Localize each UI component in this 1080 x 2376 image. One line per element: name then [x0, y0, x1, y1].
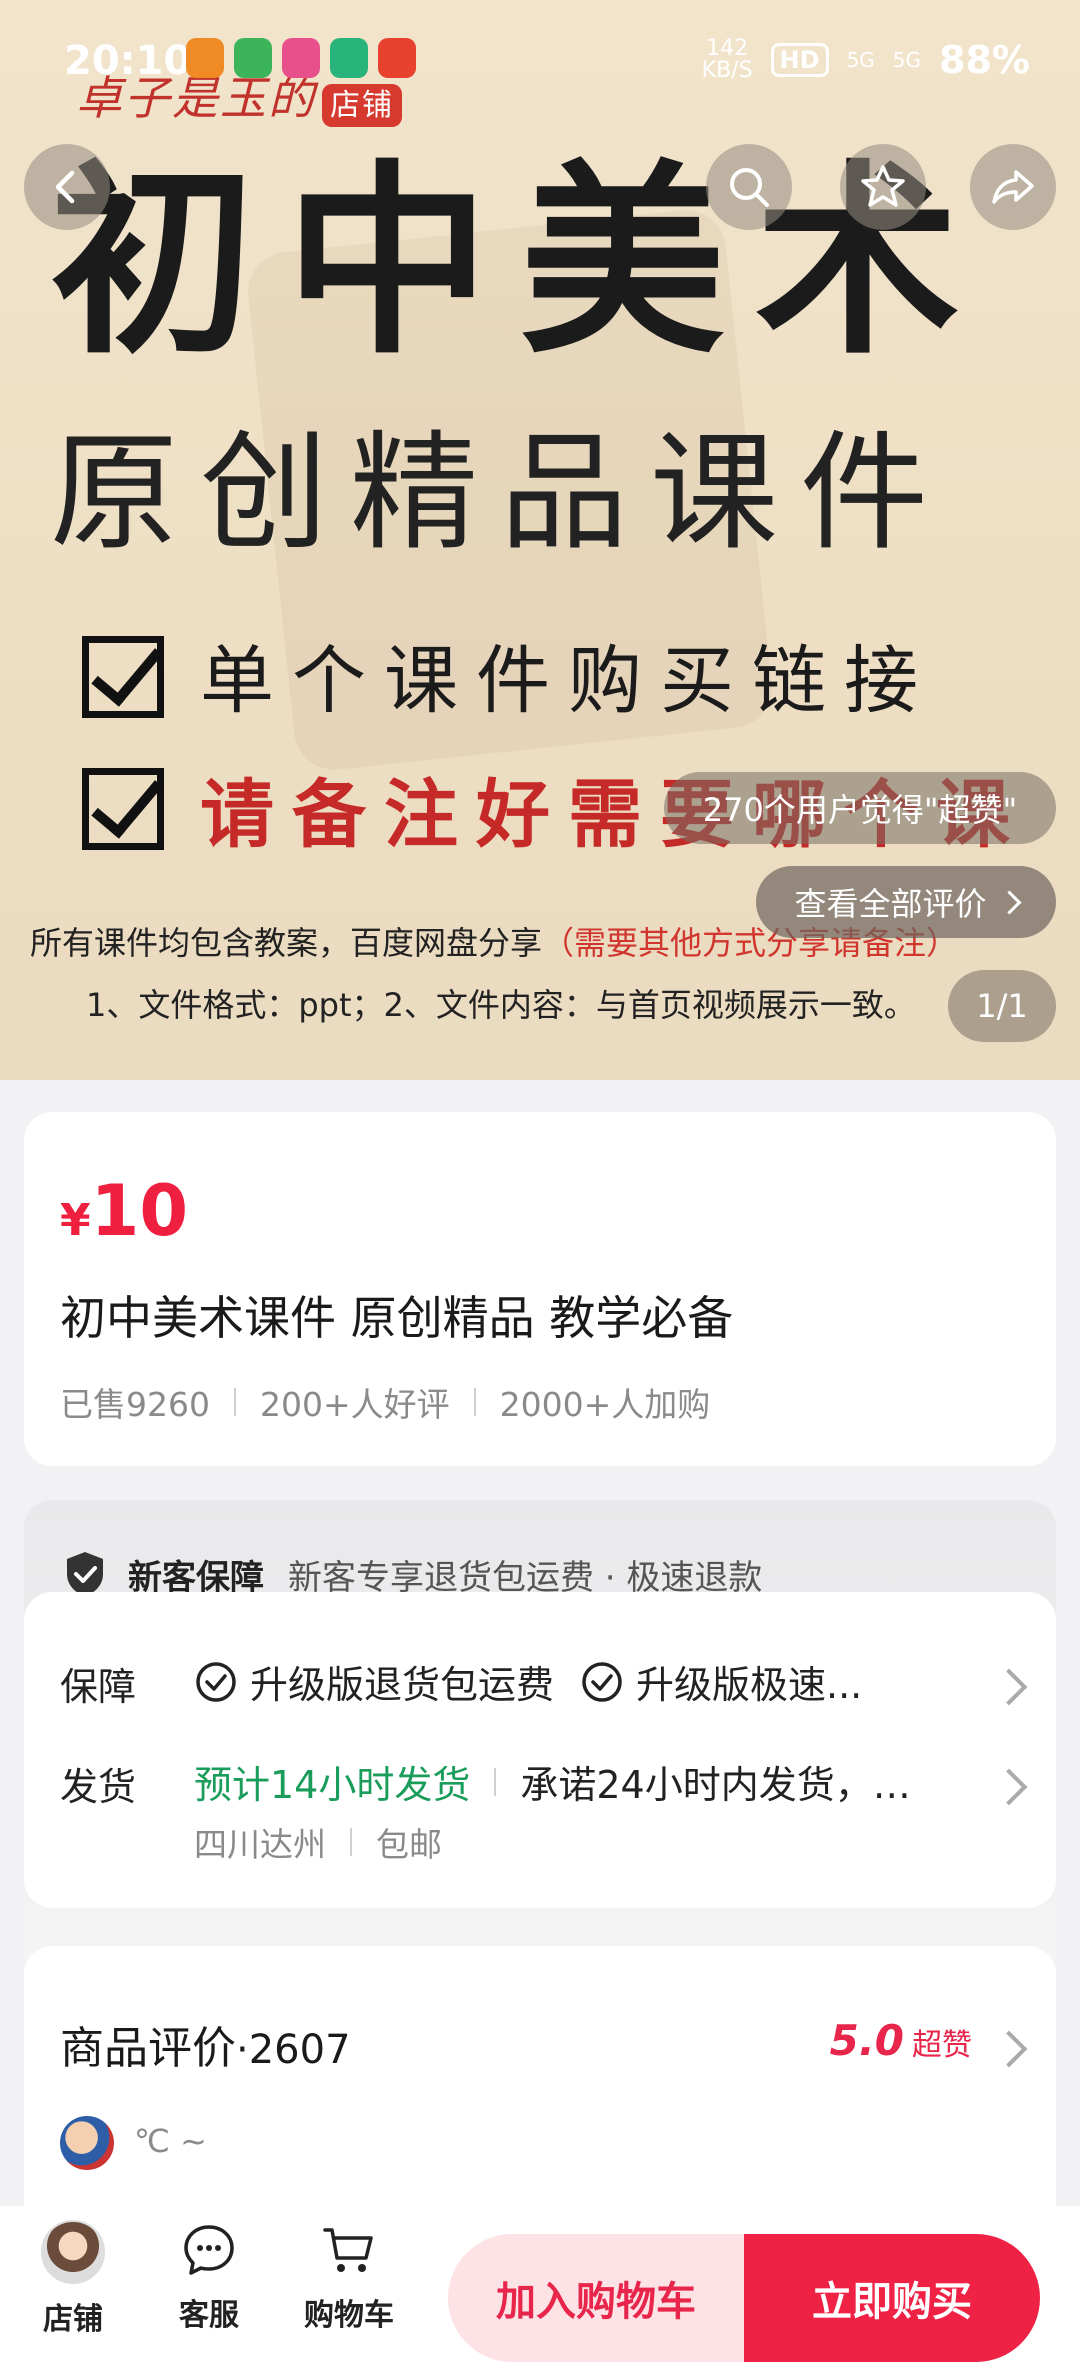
chevron-right-icon — [990, 1668, 1028, 1706]
favorite-button[interactable] — [840, 144, 926, 230]
app-icon — [330, 38, 368, 78]
checkbox-icon — [82, 768, 164, 850]
shop-avatar — [41, 2220, 105, 2284]
divider — [494, 1767, 497, 1796]
sales-meta: 已售9260 200+人好评 2000+人加购 — [60, 1378, 710, 1426]
shopping-cart-icon — [323, 2228, 373, 2272]
protect-label: 保障 — [60, 1665, 137, 1709]
protect-row[interactable]: 升级版退货包运费 升级版极速... — [194, 1654, 862, 1709]
notification-icons — [186, 38, 416, 78]
sold-count: 已售9260 — [60, 1385, 210, 1424]
guarantee-details: 保障 升级版退货包运费 升级版极速... 发货 预计14小时发货 承诺24小时内… — [24, 1592, 1056, 1908]
status-bar: 20:10 142 KB/S HD 5G 5G 88% — [0, 0, 1080, 120]
search-button[interactable] — [706, 144, 792, 230]
share-button[interactable] — [970, 144, 1056, 230]
checkbox-icon — [82, 636, 164, 718]
price-card: ¥10 初中美术课件 原创精品 教学必备 已售9260 200+人好评 2000… — [24, 1112, 1056, 1466]
chevron-right-icon — [996, 889, 1022, 915]
wifi-app-icon — [234, 38, 272, 78]
check-circle-icon — [582, 1661, 622, 1702]
divider — [473, 1388, 476, 1416]
reviewer-avatar — [60, 2116, 114, 2170]
divider — [233, 1388, 236, 1416]
guarantee-card[interactable]: 新客保障 新客专享退货包运费 · 极速退款 保障 升级版退货包运费 升级版极速.… — [24, 1500, 1056, 2000]
taobao-app-icon — [186, 38, 224, 78]
chevron-right-icon — [990, 1768, 1028, 1806]
divider — [350, 1828, 352, 1856]
reviewer-name: ℃ ~ — [134, 2122, 207, 2160]
chevron-right-icon — [990, 2030, 1028, 2068]
price: ¥10 — [60, 1170, 189, 1252]
back-arrow-icon — [55, 170, 75, 204]
back-button[interactable] — [24, 144, 110, 230]
shipping-row[interactable]: 预计14小时发货 承诺24小时内发货，… — [194, 1754, 911, 1809]
ting-app-icon — [378, 38, 416, 78]
chat-bubble-icon — [184, 2225, 234, 2275]
status-right: 142 KB/S HD 5G 5G 88% — [701, 36, 1030, 83]
battery-icon: 88% — [939, 38, 1030, 82]
good-review-count: 200+人好评 — [259, 1385, 450, 1424]
hero-caption-2: 1、文件格式：ppt；2、文件内容：与首页视频展示一致。 — [86, 986, 916, 1024]
review-score[interactable]: 5.0 超赞 — [830, 2016, 972, 2065]
page-indicator: 1/1 — [948, 970, 1056, 1042]
status-time: 20:10 — [64, 38, 192, 84]
signal-icon: 5G — [846, 48, 875, 72]
shipping-origin: 四川达州 包邮 — [194, 1825, 442, 1864]
bottom-action-bar: 店铺 客服 购物车 加入购物车 立即购买 — [0, 2206, 1080, 2376]
cart-button[interactable]: 购物车 — [294, 2220, 404, 2334]
bilibili-app-icon — [282, 38, 320, 78]
hero-subheadline: 原创精品课件 — [50, 419, 951, 568]
star-icon — [861, 165, 905, 207]
view-all-reviews-button[interactable]: 查看全部评价 — [756, 866, 1056, 938]
praise-pill[interactable]: 270个用户觉得"超赞" — [664, 772, 1056, 844]
add-to-cart-button[interactable]: 加入购物车 — [448, 2234, 744, 2362]
search-icon — [730, 168, 769, 207]
signal-icon: 5G — [892, 48, 922, 72]
customer-service-button[interactable]: 客服 — [154, 2220, 264, 2334]
hd-icon: HD — [770, 43, 829, 77]
review-title: 商品评价·2607 — [60, 2023, 351, 2074]
share-icon — [992, 170, 1034, 204]
net-speed: 142 KB/S — [701, 36, 753, 83]
ship-label: 发货 — [60, 1765, 137, 1809]
hero-line-1: 单个课件购买链接 — [200, 638, 936, 724]
product-title: 初中美术课件 原创精品 教学必备 — [60, 1291, 734, 1345]
check-circle-icon — [196, 1661, 236, 1702]
buy-now-button[interactable]: 立即购买 — [744, 2234, 1040, 2362]
shop-button[interactable]: 店铺 — [18, 2220, 128, 2338]
add-cart-count: 2000+人加购 — [499, 1385, 711, 1424]
